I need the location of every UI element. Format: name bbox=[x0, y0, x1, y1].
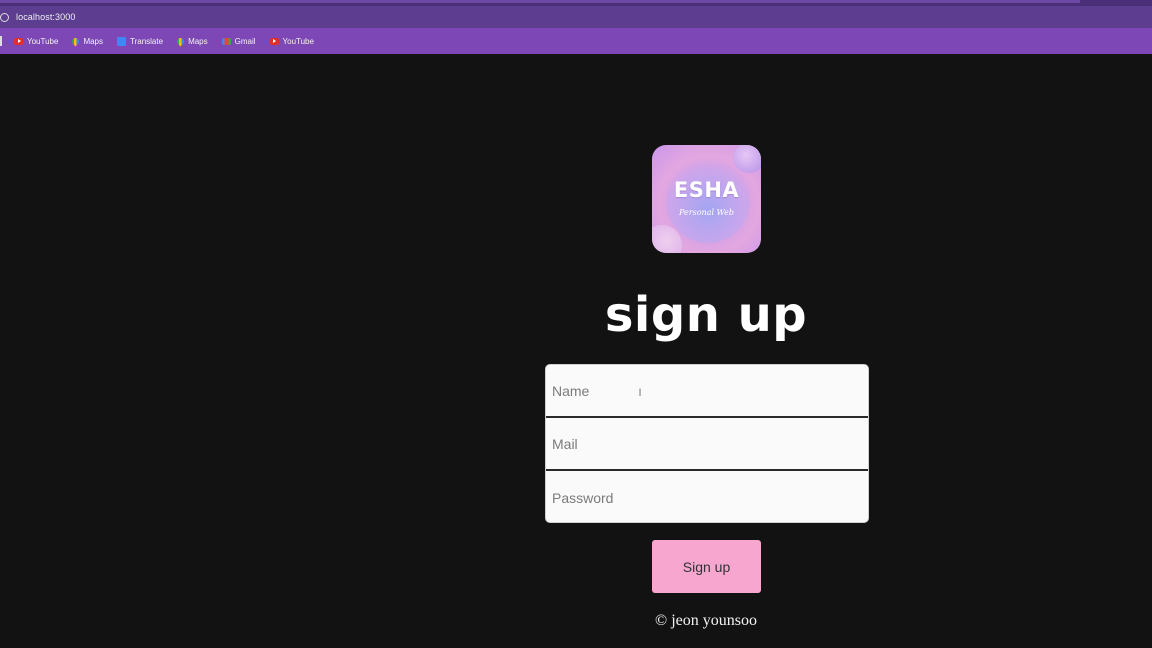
page-content: ESHA Personal Web sign up Sign up © jeon… bbox=[0, 54, 1152, 648]
translate-icon bbox=[117, 36, 126, 46]
signup-form bbox=[545, 364, 869, 523]
page-title: sign up bbox=[604, 287, 808, 343]
bookmark-label: Gmail bbox=[234, 36, 256, 46]
youtube-icon bbox=[14, 37, 23, 45]
text-cursor-icon: I bbox=[638, 387, 642, 399]
bookmarks-edge-icon bbox=[0, 36, 2, 46]
gmail-icon bbox=[221, 37, 231, 45]
url-text[interactable]: localhost:3000 bbox=[16, 12, 75, 22]
logo-bubble bbox=[733, 145, 761, 173]
maps-icon bbox=[70, 36, 81, 46]
maps-icon bbox=[175, 36, 186, 46]
esha-logo: ESHA Personal Web bbox=[652, 145, 761, 253]
password-input[interactable] bbox=[546, 471, 868, 522]
address-bar[interactable]: localhost:3000 bbox=[0, 6, 1152, 28]
bookmarks-bar: YouTube Maps Translate Maps Gmail YouTub… bbox=[0, 28, 1152, 54]
bookmark-maps-2[interactable]: Maps bbox=[175, 36, 208, 46]
bookmark-translate[interactable]: Translate bbox=[117, 36, 164, 46]
mail-input[interactable] bbox=[546, 418, 868, 470]
bookmark-label: Translate bbox=[130, 36, 164, 46]
bookmark-youtube-2[interactable]: YouTube bbox=[269, 36, 314, 46]
youtube-icon bbox=[269, 37, 279, 45]
bookmark-label: Maps bbox=[188, 36, 208, 46]
site-info-icon[interactable] bbox=[0, 12, 9, 22]
bookmark-maps[interactable]: Maps bbox=[70, 36, 103, 46]
bookmark-label: YouTube bbox=[282, 36, 314, 46]
bookmark-youtube[interactable]: YouTube bbox=[14, 37, 58, 46]
copyright-footer: © jeon younsoo bbox=[655, 612, 757, 629]
logo-subtitle: Personal Web bbox=[679, 208, 734, 217]
bookmark-gmail[interactable]: Gmail bbox=[221, 36, 256, 46]
tab-indicator bbox=[0, 0, 1080, 3]
bookmark-label: YouTube bbox=[27, 36, 59, 46]
signup-button[interactable]: Sign up bbox=[652, 540, 761, 593]
logo-brand-text: ESHA bbox=[673, 178, 740, 202]
name-input[interactable] bbox=[546, 365, 868, 417]
bookmark-label: Maps bbox=[83, 36, 103, 46]
